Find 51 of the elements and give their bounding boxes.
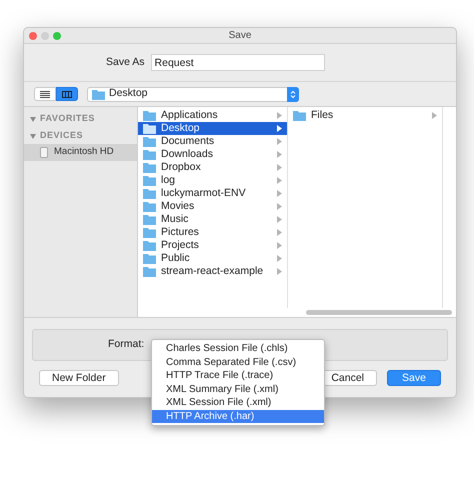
chevron-icon: [432, 112, 437, 119]
save-as-label: Save As: [106, 54, 145, 70]
folder-row[interactable]: Desktop: [138, 122, 287, 135]
folder-icon: [92, 88, 105, 100]
folder-row[interactable]: Downloads: [138, 148, 287, 161]
folder-row[interactable]: log: [138, 174, 287, 187]
menu-item[interactable]: XML Session File (.xml): [152, 396, 324, 410]
list-icon: [40, 90, 50, 98]
folder-icon: [143, 266, 156, 277]
columns-icon: [62, 90, 72, 98]
sidebar-item[interactable]: Macintosh HD: [24, 144, 137, 161]
folder-row[interactable]: luckymarmot-ENV: [138, 187, 287, 200]
folder-icon: [143, 227, 156, 238]
menu-item[interactable]: Charles Session File (.chls): [152, 342, 324, 356]
dialog-button[interactable]: New Folder: [39, 370, 119, 386]
folder-row[interactable]: Movies: [138, 200, 287, 213]
folder-row[interactable]: Applications: [138, 109, 287, 122]
folder-row[interactable]: Dropbox: [138, 161, 287, 174]
menu-item[interactable]: Comma Separated File (.csv): [152, 356, 324, 369]
sidebar-heading: DEVICES: [40, 128, 84, 142]
folder-icon: [143, 175, 156, 186]
folder-row[interactable]: Public: [138, 252, 287, 265]
location-popup[interactable]: Desktop: [87, 86, 299, 102]
folder-icon: [143, 214, 156, 225]
disclosure-icon[interactable]: [30, 116, 36, 122]
menu-item[interactable]: HTTP Archive (.har): [152, 410, 324, 423]
window-title: Save: [228, 29, 252, 43]
folder-row[interactable]: Pictures: [138, 226, 287, 239]
list-view-button[interactable]: [34, 87, 56, 101]
folder-row[interactable]: stream-react-example: [138, 265, 287, 278]
folder-row[interactable]: Files: [288, 109, 442, 122]
close-icon[interactable]: [29, 32, 37, 40]
filename-field[interactable]: Request: [150, 54, 325, 71]
folder-icon: [143, 149, 156, 160]
column-view-button[interactable]: [56, 87, 78, 101]
scrollbar[interactable]: [306, 310, 452, 315]
folder-row[interactable]: Music: [138, 213, 287, 226]
stepper-icon: [287, 86, 299, 102]
maximize-icon[interactable]: [53, 32, 61, 40]
folder-icon: [143, 253, 156, 264]
folder-icon: [143, 123, 156, 134]
format-label: Format:: [108, 337, 144, 352]
folder-row[interactable]: Projects: [138, 239, 287, 252]
folder-icon: [143, 188, 156, 199]
folder-icon: [293, 110, 306, 121]
folder-icon: [143, 201, 156, 212]
disclosure-icon[interactable]: [30, 132, 36, 138]
folder-row[interactable]: Documents: [138, 135, 287, 148]
folder-icon: [143, 162, 156, 173]
folder-icon: [143, 240, 156, 251]
sidebar-heading: FAVORITES: [40, 112, 95, 125]
